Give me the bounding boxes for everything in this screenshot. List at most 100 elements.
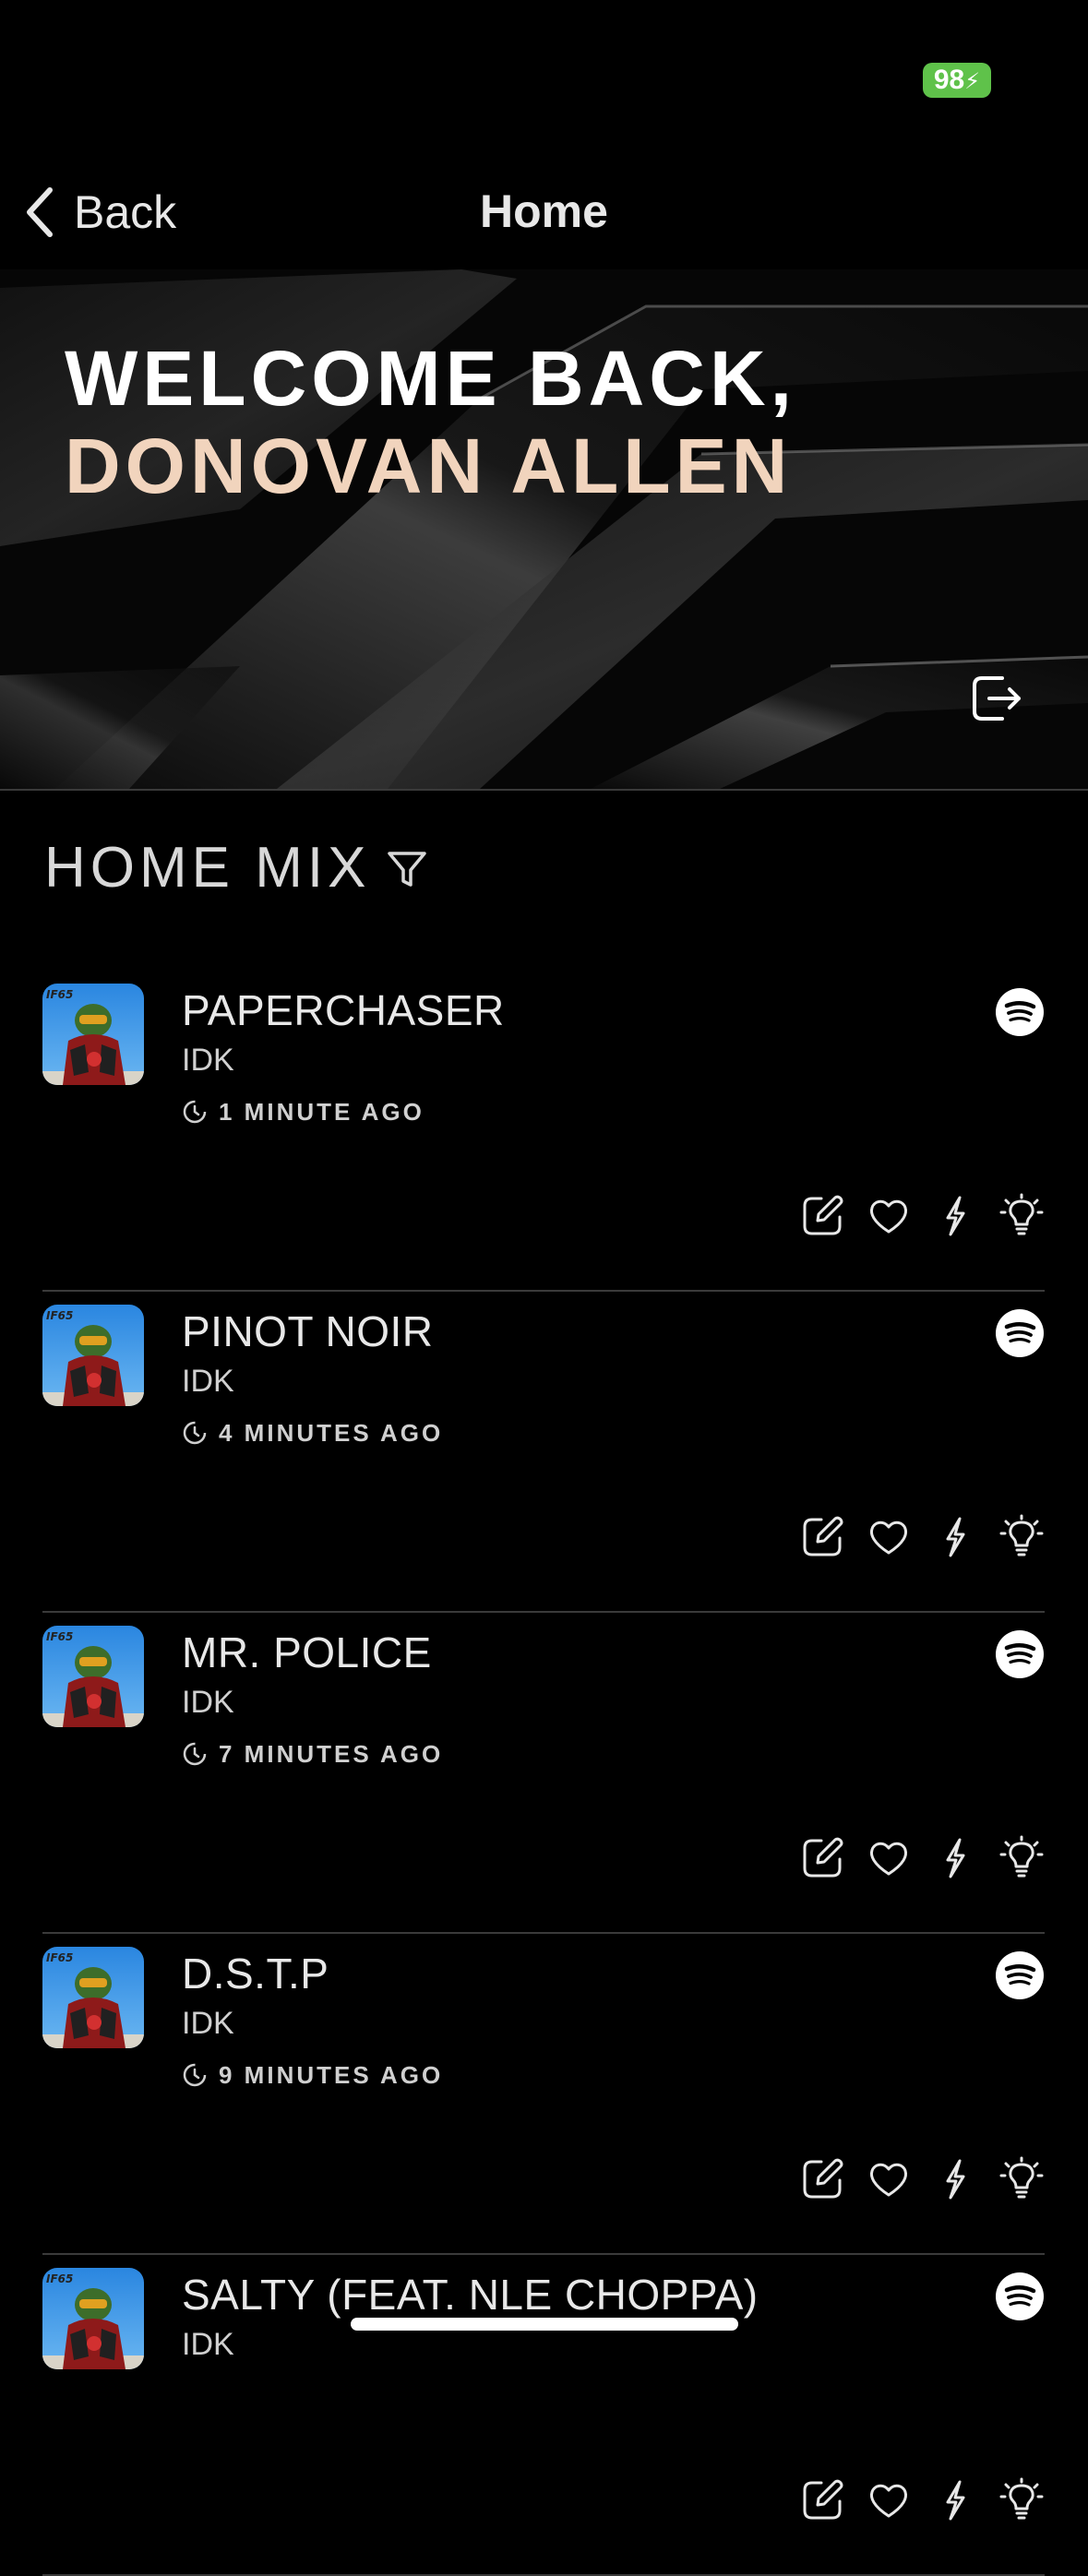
spotify-button[interactable] [995,1629,1045,1679]
boost-button[interactable] [932,1514,978,1560]
spotify-icon [996,988,1044,1036]
heart-icon [870,1842,907,1876]
track-timestamp: 7 MINUTES AGO [182,1738,443,1770]
navigation-bar: Back Home [0,157,1088,268]
heart-icon [870,2163,907,2197]
home-indicator[interactable] [351,2318,738,2331]
edit-icon [803,1516,843,1556]
insight-button[interactable] [998,1193,1045,1239]
album-art: IF65 [42,2268,144,2369]
track-artist: IDK [182,1364,234,1399]
spotify-button[interactable] [995,1950,1045,2000]
logout-button[interactable] [965,669,1024,728]
time-label: 4 MINUTES AGO [219,1418,444,1447]
track-timestamp: 1 MINUTE AGO [182,1096,424,1127]
bolt-icon [946,1196,965,1236]
filter-icon [388,852,426,887]
svg-text:IF65: IF65 [46,988,73,1001]
list-item[interactable]: IF65 PAPERCHASER IDK 1 MINUTE AGO [42,969,1045,1292]
track-timestamp: 4 MINUTES AGO [182,1417,443,1449]
battery-indicator: 98⚡ [923,63,991,98]
track-artist: IDK [182,1043,234,1078]
heart-icon [870,1521,907,1555]
album-art: IF65 [42,1305,144,1406]
svg-text:IF65: IF65 [46,1309,73,1322]
bolt-icon [946,1517,965,1557]
user-name: DONOVAN ALLEN [65,423,793,509]
page-title: Home [480,185,608,237]
list-item[interactable]: IF65 SALTY (FEAT. NLE CHOPPA) IDK [42,2253,1045,2576]
lightbulb-icon [999,1193,1044,1235]
like-button[interactable] [866,1193,912,1239]
track-actions [779,1193,1045,1239]
track-actions [779,2156,1045,2202]
track-title: SALTY (FEAT. NLE CHOPPA) [182,2271,759,2319]
bolt-icon [946,2480,965,2521]
battery-level: 98 [933,65,965,95]
status-bar: 98⚡ [0,0,1088,138]
lightbulb-icon [999,2156,1044,2199]
lightbulb-icon [999,2477,1044,2520]
insight-button[interactable] [998,2156,1045,2202]
svg-text:IF65: IF65 [46,1951,73,1964]
like-button[interactable] [866,2156,912,2202]
edit-button[interactable] [799,1835,845,1881]
spotify-button[interactable] [995,987,1045,1037]
album-art: IF65 [42,984,144,1085]
heart-icon [870,1199,907,1234]
track-title: D.S.T.P [182,1950,329,1998]
boost-button[interactable] [932,2477,978,2523]
edit-button[interactable] [799,1193,845,1239]
list-item[interactable]: IF65 D.S.T.P IDK 9 MINUTES AGO [42,1932,1045,2255]
clock-icon [183,1100,207,1124]
album-art: IF65 [42,1626,144,1727]
boost-button[interactable] [932,2156,978,2202]
edit-icon [803,2479,843,2520]
edit-button[interactable] [799,2477,845,2523]
spotify-button[interactable] [995,2272,1045,2321]
like-button[interactable] [866,1835,912,1881]
svg-text:IF65: IF65 [46,1630,73,1643]
like-button[interactable] [866,1514,912,1560]
edit-button[interactable] [799,1514,845,1560]
time-label: 9 MINUTES AGO [219,2060,444,2089]
time-label: 1 MINUTE AGO [219,1097,424,1126]
spotify-icon [996,1951,1044,1999]
track-actions [779,1514,1045,1560]
bolt-icon [946,1838,965,1878]
insight-button[interactable] [998,1835,1045,1881]
like-button[interactable] [866,2477,912,2523]
insight-button[interactable] [998,1514,1045,1560]
album-art: IF65 [42,1947,144,2048]
list-item[interactable]: IF65 PINOT NOIR IDK 4 MINUTES AGO [42,1290,1045,1613]
clock-icon [183,1421,207,1445]
track-actions [779,2477,1045,2523]
insight-button[interactable] [998,2477,1045,2523]
bolt-icon [946,2159,965,2200]
list-item[interactable]: IF65 MR. POLICE IDK 7 MINUTES AGO [42,1611,1045,1934]
track-actions [779,1835,1045,1881]
svg-text:IF65: IF65 [46,2272,73,2285]
track-title: PAPERCHASER [182,986,505,1034]
spotify-button[interactable] [995,1308,1045,1358]
edit-icon [803,1837,843,1878]
logout-icon [973,676,1021,721]
spotify-icon [996,1630,1044,1678]
lightbulb-icon [999,1514,1044,1556]
clock-icon [183,2063,207,2087]
filter-button[interactable] [386,848,428,890]
section-title: HOME MIX [44,836,371,900]
track-artist: IDK [182,2006,234,2041]
track-title: PINOT NOIR [182,1307,434,1355]
edit-icon [803,2158,843,2199]
boost-button[interactable] [932,1193,978,1239]
clock-icon [183,1742,207,1766]
spotify-icon [996,1309,1044,1357]
track-artist: IDK [182,1685,234,1720]
lightbulb-icon [999,1835,1044,1878]
time-label: 7 MINUTES AGO [219,1739,444,1768]
welcome-banner: WELCOME BACK, DONOVAN ALLEN [0,269,1088,791]
edit-button[interactable] [799,2156,845,2202]
spotify-icon [996,2272,1044,2320]
boost-button[interactable] [932,1835,978,1881]
